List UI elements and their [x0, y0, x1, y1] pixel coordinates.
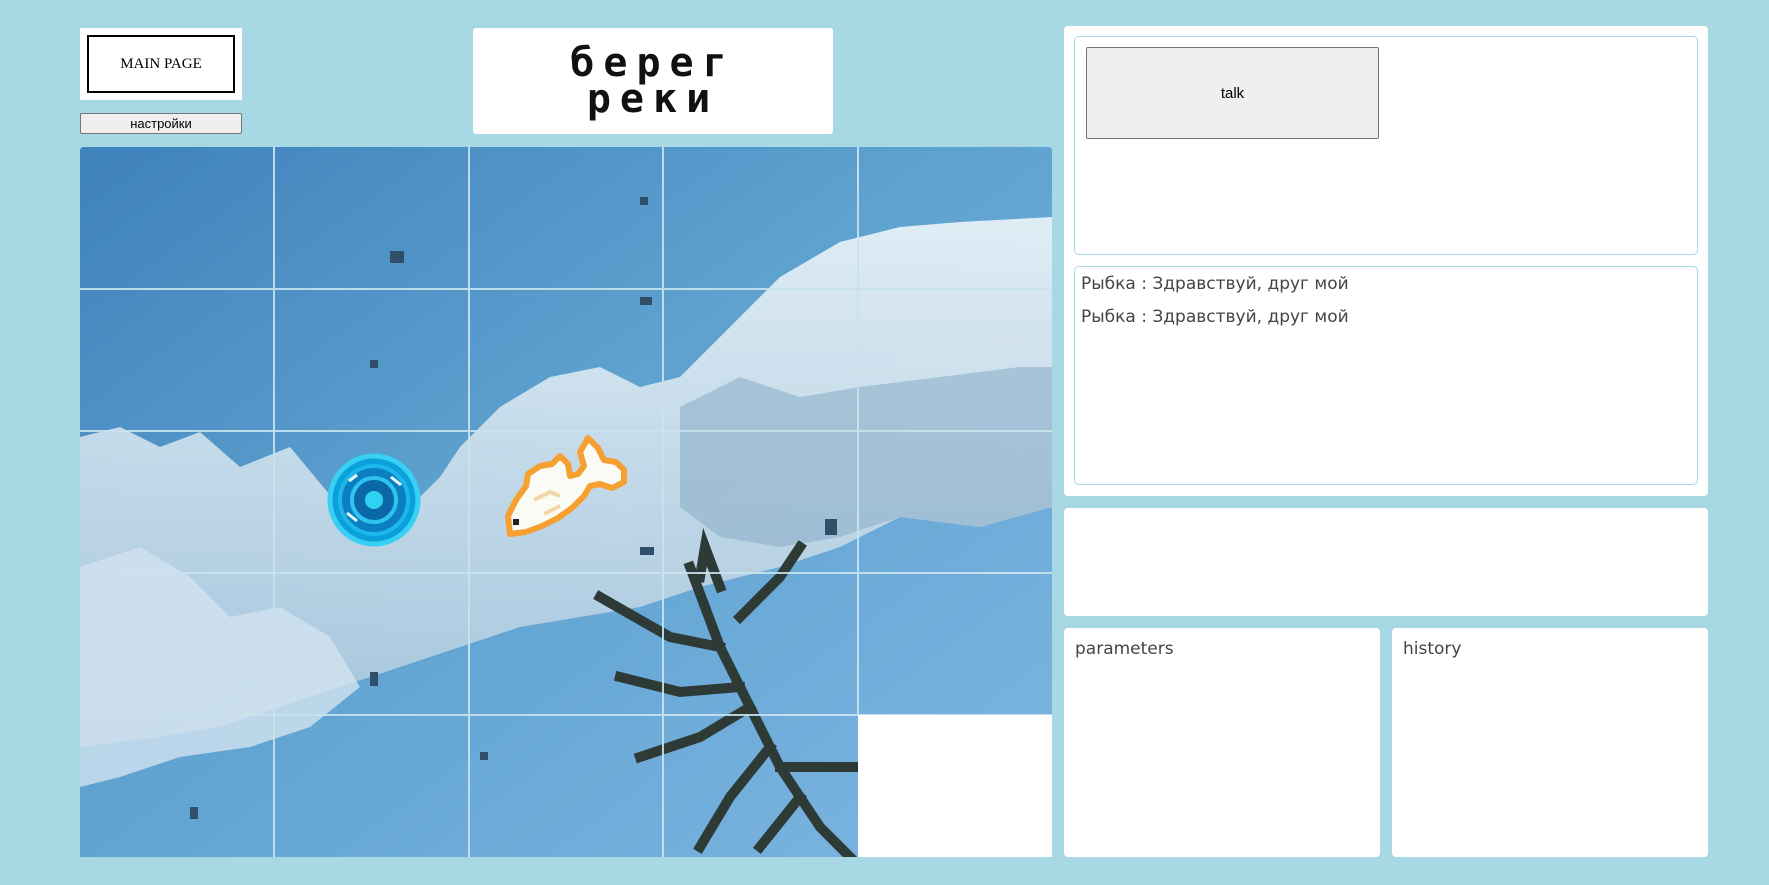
history-panel: history	[1392, 628, 1708, 857]
info-panel	[1064, 508, 1708, 616]
portal-icon[interactable]	[327, 453, 421, 547]
empty-cell	[858, 715, 1052, 857]
dialog-log[interactable]: Рыбка : Здравствуй, друг мой Рыбка : Здр…	[1074, 266, 1698, 485]
game-board[interactable]	[80, 147, 1052, 857]
location-title: берег реки	[473, 28, 833, 134]
goldfish-icon[interactable]	[504, 430, 640, 542]
main-page-label: MAIN PAGE	[87, 35, 235, 93]
main-page-button[interactable]: MAIN PAGE	[80, 28, 242, 100]
talk-panel: talk Рыбка : Здравствуй, друг мой Рыбка …	[1064, 26, 1708, 496]
talk-button[interactable]: talk	[1086, 47, 1379, 139]
parameters-panel: parameters	[1064, 628, 1380, 857]
talk-actions: talk	[1074, 36, 1698, 255]
parameters-label: parameters	[1075, 639, 1174, 659]
settings-button[interactable]: настройки	[80, 113, 242, 134]
dialog-message: Рыбка : Здравствуй, друг мой	[1081, 307, 1349, 327]
history-label: history	[1403, 639, 1462, 659]
dialog-message: Рыбка : Здравствуй, друг мой	[1081, 274, 1349, 294]
title-line-2: реки	[586, 76, 720, 122]
